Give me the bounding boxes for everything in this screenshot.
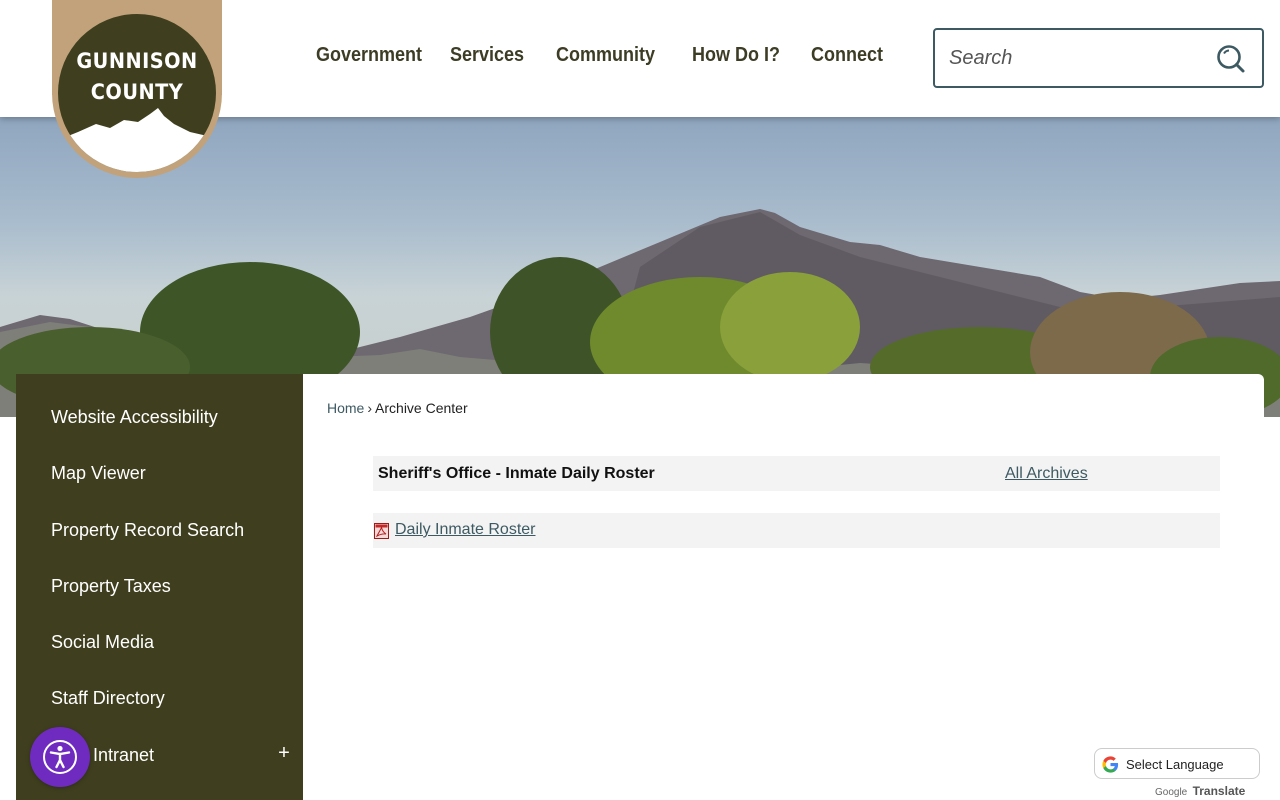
search-box bbox=[933, 28, 1264, 88]
breadcrumb-home[interactable]: Home bbox=[327, 400, 364, 416]
accessibility-icon bbox=[43, 740, 77, 774]
breadcrumb-current: Archive Center bbox=[375, 400, 468, 416]
powered-by-google-translate[interactable]: Google Translate bbox=[1155, 784, 1245, 798]
county-logo[interactable]: GUNNISON COUNTY bbox=[52, 0, 222, 180]
breadcrumb: Home › Archive Center bbox=[327, 400, 468, 416]
logo-seal-inner: GUNNISON COUNTY bbox=[58, 14, 216, 172]
page: Government Services Community How Do I? … bbox=[0, 0, 1280, 800]
search-icon[interactable] bbox=[1216, 44, 1246, 74]
all-archives-link[interactable]: All Archives bbox=[1005, 465, 1088, 483]
nav-government[interactable]: Government bbox=[316, 44, 422, 67]
daily-inmate-roster-link[interactable]: Daily Inmate Roster bbox=[395, 521, 536, 539]
language-select[interactable]: Select Language bbox=[1094, 748, 1260, 779]
nav-community[interactable]: Community bbox=[556, 44, 655, 67]
translate-label: Translate bbox=[1192, 784, 1246, 798]
pdf-icon bbox=[374, 523, 389, 539]
logo-text: GUNNISON COUNTY bbox=[64, 46, 209, 108]
sidebar-item-intranet[interactable]: Intranet bbox=[93, 745, 154, 766]
accessibility-button[interactable] bbox=[30, 727, 90, 787]
logo-seal: GUNNISON COUNTY bbox=[52, 8, 222, 178]
select-language-label: Select Language bbox=[1126, 757, 1224, 772]
mountain-icon bbox=[58, 108, 216, 172]
archive-header: Sheriff's Office - Inmate Daily Roster A… bbox=[373, 456, 1220, 491]
list-item: Daily Inmate Roster bbox=[373, 513, 1220, 548]
archive-title: Sheriff's Office - Inmate Daily Roster bbox=[378, 465, 655, 482]
nav-services[interactable]: Services bbox=[450, 44, 524, 67]
sidebar-item-property-record-search[interactable]: Property Record Search bbox=[51, 520, 244, 541]
sidebar-item-social-media[interactable]: Social Media bbox=[51, 632, 154, 653]
logo-line-1: GUNNISON bbox=[76, 49, 198, 73]
search-input[interactable] bbox=[949, 42, 1199, 74]
breadcrumb-separator: › bbox=[367, 400, 373, 416]
sidebar-item-staff-directory[interactable]: Staff Directory bbox=[51, 688, 165, 709]
sidebar-item-map-viewer[interactable]: Map Viewer bbox=[51, 463, 146, 484]
nav-connect[interactable]: Connect bbox=[811, 44, 883, 67]
sidebar-item-website-accessibility[interactable]: Website Accessibility bbox=[51, 407, 218, 428]
expand-icon[interactable]: + bbox=[276, 742, 292, 765]
sidebar-item-property-taxes[interactable]: Property Taxes bbox=[51, 576, 171, 597]
google-icon bbox=[1102, 756, 1119, 773]
google-wordmark: Google bbox=[1155, 787, 1188, 798]
main-content: Home › Archive Center Sheriff's Office - I… bbox=[303, 374, 1264, 800]
nav-how-do-i[interactable]: How Do I? bbox=[692, 44, 780, 67]
